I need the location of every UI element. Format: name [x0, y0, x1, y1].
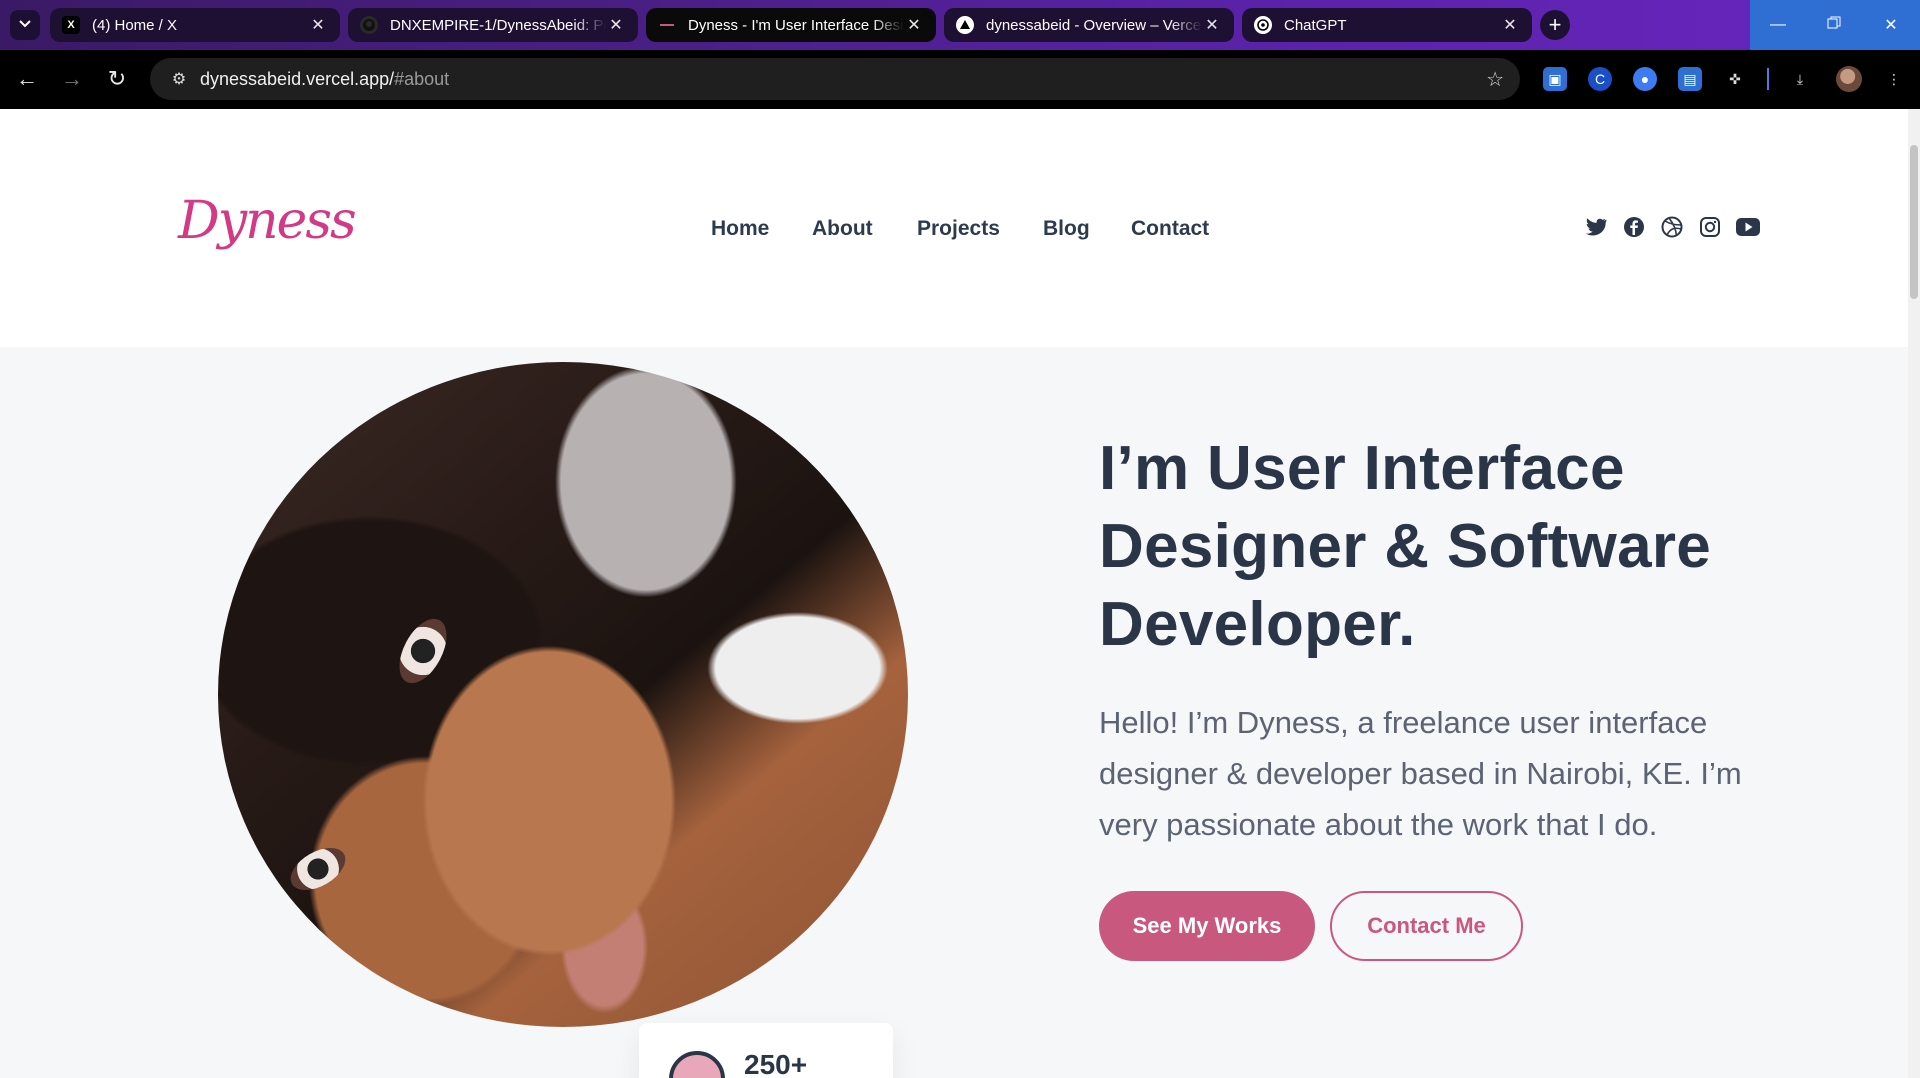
arrow-right-icon: →: [61, 66, 83, 91]
hero-description: Hello! I’m Dyness, a freelance user inte…: [1099, 705, 1742, 842]
tab-title: Dyness - I'm User Interface Desi: [688, 16, 904, 34]
globe-extension-icon[interactable]: ●: [1633, 67, 1657, 91]
nav-projects[interactable]: Projects: [917, 217, 1000, 241]
browser-tab-dyness[interactable]: Dyness - I'm User Interface Desi ✕: [646, 8, 936, 42]
address-bar[interactable]: ⚙ dynessabeid.vercel.app/#about ☆: [150, 58, 1520, 100]
chatgpt-icon: [1254, 16, 1272, 34]
close-icon[interactable]: ✕: [904, 15, 924, 35]
profile-photo: [218, 362, 908, 1027]
url-host: dynessabeid.vercel.app/: [200, 68, 395, 89]
profile-avatar[interactable]: [1836, 66, 1862, 92]
tab-search-button[interactable]: [10, 10, 40, 40]
tab-title: (4) Home / X: [92, 16, 178, 34]
window-minimize-button[interactable]: —: [1750, 0, 1806, 50]
arrow-left-icon: ←: [16, 66, 38, 91]
x-logo-icon: X: [62, 16, 80, 34]
photo-detail: [283, 839, 353, 899]
window-close-button[interactable]: ✕: [1862, 0, 1920, 50]
nav-blog[interactable]: Blog: [1043, 217, 1090, 241]
screen-capture-extension-icon[interactable]: ▣: [1543, 67, 1567, 91]
close-icon[interactable]: ✕: [1500, 15, 1520, 35]
url-path: #about: [394, 68, 450, 89]
close-icon[interactable]: ✕: [606, 15, 626, 35]
stat-badge-icon: [669, 1051, 725, 1078]
facebook-icon[interactable]: [1621, 214, 1647, 240]
puzzle-extensions-icon[interactable]: ✜: [1723, 67, 1747, 91]
document-extension-icon[interactable]: ▤: [1678, 67, 1702, 91]
photo-detail: [389, 611, 457, 691]
youtube-icon[interactable]: [1735, 214, 1761, 240]
close-icon: ✕: [1884, 17, 1898, 34]
nav-contact[interactable]: Contact: [1131, 217, 1209, 241]
nav-about[interactable]: About: [812, 217, 873, 241]
copilot-extension-icon[interactable]: C: [1588, 67, 1612, 91]
minimize-icon: —: [1770, 16, 1786, 33]
hero-title: I’m User Interface Designer & Software D…: [1099, 434, 1712, 659]
download-icon[interactable]: ⤓: [1788, 67, 1812, 91]
vercel-icon: [956, 16, 974, 34]
github-icon: [360, 16, 378, 34]
dribbble-icon[interactable]: [1659, 214, 1685, 240]
scrollbar-thumb[interactable]: [1910, 145, 1918, 299]
site-info-icon[interactable]: ⚙: [158, 69, 200, 89]
contact-me-button[interactable]: Contact Me: [1330, 891, 1523, 961]
forward-button[interactable]: →: [57, 64, 87, 94]
social-links: [1583, 214, 1761, 242]
see-my-works-button[interactable]: See My Works: [1099, 891, 1315, 961]
stat-value: 250+: [744, 1049, 808, 1078]
browser-tab-vercel[interactable]: dynessabeid - Overview – Vercel ✕: [944, 8, 1234, 42]
kebab-menu-icon[interactable]: ⋮: [1882, 67, 1906, 91]
browser-tab-x[interactable]: X (4) Home / X ✕: [50, 8, 340, 42]
back-button[interactable]: ←: [12, 64, 42, 94]
tab-title: dynessabeid - Overview – Vercel: [986, 16, 1202, 34]
plus-icon: +: [1548, 12, 1562, 37]
close-icon[interactable]: ✕: [1202, 15, 1222, 35]
window-restore-button[interactable]: [1806, 0, 1862, 50]
browser-tab-chatgpt[interactable]: ChatGPT ✕: [1242, 8, 1532, 42]
stats-card: 250+: [639, 1023, 893, 1078]
dyness-site-icon: [658, 16, 676, 34]
nav-home[interactable]: Home: [711, 217, 769, 241]
site-header: Dyness Home About Projects Blog Contact: [0, 109, 1908, 347]
tab-title: ChatGPT: [1284, 16, 1347, 34]
reload-icon: ↻: [107, 66, 127, 91]
browser-tab-strip: X (4) Home / X ✕ DNXEMPIRE-1/DynessAbeid…: [0, 0, 1920, 50]
reload-button[interactable]: ↻: [102, 64, 132, 94]
instagram-icon[interactable]: [1697, 214, 1723, 240]
twitter-icon[interactable]: [1583, 214, 1609, 240]
new-tab-button[interactable]: +: [1540, 10, 1570, 40]
toolbar-divider: [1767, 68, 1769, 90]
restore-icon: [1827, 16, 1841, 35]
browser-tab-github[interactable]: DNXEMPIRE-1/DynessAbeid: Pe ✕: [348, 8, 638, 42]
bookmark-star-icon[interactable]: ☆: [1486, 67, 1504, 92]
page-scrollbar[interactable]: [1908, 109, 1920, 1078]
tab-title: DNXEMPIRE-1/DynessAbeid: Pe: [390, 16, 606, 34]
close-icon[interactable]: ✕: [308, 15, 328, 35]
site-logo[interactable]: Dyness: [178, 191, 357, 251]
browser-toolbar: ← → ↻ ⚙ dynessabeid.vercel.app/#about ☆ …: [0, 50, 1920, 109]
chevron-down-icon: [18, 16, 32, 35]
